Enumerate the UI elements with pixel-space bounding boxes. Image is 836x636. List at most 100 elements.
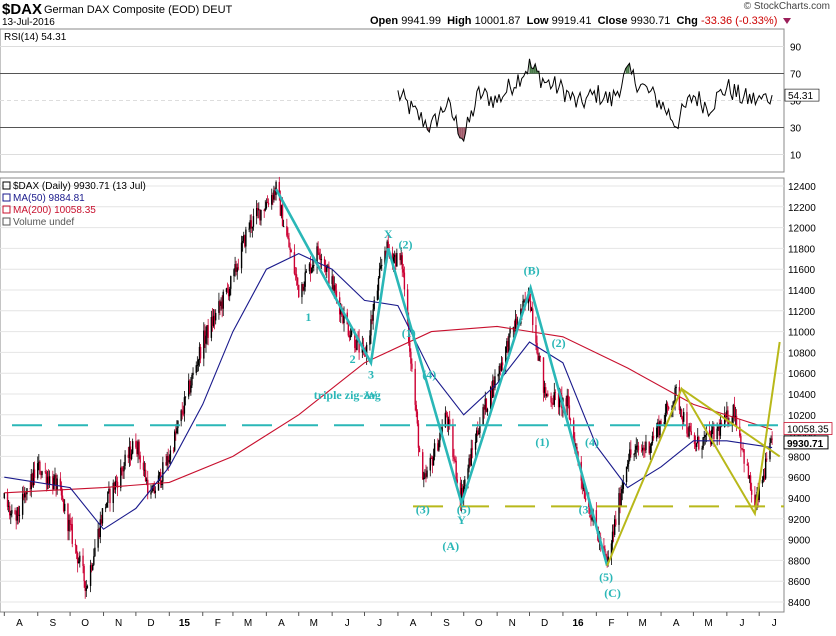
- candle-body: [708, 430, 711, 434]
- x-tick-label: S: [443, 618, 450, 629]
- wave-label: 1: [305, 310, 311, 324]
- candle-body: [169, 450, 172, 460]
- candle-body: [71, 524, 73, 544]
- close-last-value: 9930.71: [787, 439, 824, 450]
- wave-label: (2): [398, 237, 412, 251]
- candle-body: [567, 395, 570, 406]
- candle-body: [667, 406, 670, 410]
- candle-body: [290, 249, 292, 253]
- candle-body: [176, 428, 178, 434]
- candle-body: [396, 253, 398, 267]
- candle-body: [515, 318, 518, 325]
- candle-body: [168, 459, 171, 463]
- candle-body: [85, 588, 87, 591]
- candle-body: [79, 555, 81, 562]
- candle-body: [191, 375, 193, 386]
- x-tick-label: A: [673, 618, 680, 629]
- candle-body: [550, 396, 552, 403]
- candle-body: [474, 442, 477, 450]
- candle-body: [197, 359, 200, 365]
- candle-body: [282, 226, 285, 228]
- candle-body: [289, 247, 291, 250]
- candle-body: [53, 478, 55, 490]
- candle-body: [454, 458, 456, 461]
- candle-body: [310, 267, 313, 274]
- candle-body: [74, 543, 77, 546]
- candle-body: [479, 425, 481, 434]
- candle-body: [532, 308, 534, 326]
- candle-body: [139, 455, 141, 463]
- candle-body: [656, 427, 658, 439]
- candle-body: [411, 363, 413, 369]
- candle-body: [106, 503, 108, 508]
- rsi-tick-label: 70: [790, 70, 802, 81]
- candle-body: [222, 291, 224, 309]
- rsi-title: RSI(14) 54.31: [4, 32, 67, 43]
- wave-label: X: [384, 227, 393, 241]
- candle-body: [349, 335, 352, 338]
- candle-body: [260, 209, 262, 221]
- rsi-tick-label: 90: [790, 43, 802, 54]
- price-tick-label: 12200: [788, 203, 816, 214]
- candle-body: [241, 241, 244, 243]
- candle-body: [626, 464, 629, 467]
- candle-body: [650, 443, 653, 447]
- candle-body: [423, 477, 425, 480]
- wave-label: (3): [579, 503, 593, 517]
- candle-body: [378, 268, 381, 278]
- candle-body: [135, 441, 137, 448]
- x-tick-label: A: [410, 618, 417, 629]
- x-tick-label: D: [147, 618, 154, 629]
- candle-body: [370, 319, 372, 336]
- candle-body: [625, 466, 628, 483]
- candle-body: [761, 479, 764, 484]
- candle-body: [287, 235, 289, 239]
- candle-body: [18, 514, 21, 516]
- candle-body: [535, 325, 537, 343]
- price-tick-label: 12400: [788, 182, 816, 193]
- price-tick-label: 11000: [788, 328, 816, 339]
- candle-body: [445, 412, 448, 416]
- x-tick-label: M: [639, 618, 647, 629]
- candle-body: [313, 264, 315, 266]
- candle-body: [644, 449, 646, 451]
- wave-label: 2: [350, 352, 356, 366]
- candle-body: [59, 478, 62, 487]
- candle-body: [766, 458, 768, 460]
- candle-body: [621, 488, 623, 494]
- candle-body: [182, 413, 185, 415]
- candle-body: [142, 462, 145, 470]
- candle-body: [381, 264, 383, 266]
- rsi-tick-label: 10: [790, 151, 802, 162]
- x-tick-label: M: [244, 618, 252, 629]
- candle-body: [660, 421, 662, 425]
- candle-body: [680, 409, 683, 418]
- price-tick-label: 12000: [788, 224, 816, 235]
- candle-body: [317, 246, 319, 253]
- price-tick-label: 8600: [788, 577, 811, 588]
- candle-body: [750, 489, 753, 495]
- candle-body: [121, 467, 123, 471]
- x-tick-label: M: [704, 618, 712, 629]
- legend-entry: Volume undef: [13, 217, 74, 228]
- x-tick-label: 15: [179, 618, 191, 629]
- wave-label: 3: [368, 367, 374, 381]
- candle-body: [630, 449, 632, 455]
- price-panel: 12400 12200 12000 11800 11600 11400 11200 11000…: [0, 176, 833, 629]
- candle-body: [433, 443, 436, 457]
- candle-body: [689, 425, 691, 432]
- candle-body: [56, 478, 58, 491]
- candle-body: [640, 450, 643, 452]
- candle-body: [130, 453, 133, 460]
- x-tick-label: J: [739, 618, 744, 629]
- candle-body: [41, 471, 43, 475]
- candle-body: [78, 561, 80, 564]
- candle-body: [181, 410, 183, 414]
- wave-label: (C): [604, 586, 621, 600]
- candle-body: [60, 486, 63, 496]
- candle-body: [438, 440, 440, 451]
- candle-body: [266, 201, 269, 203]
- candle-body: [264, 208, 266, 211]
- candle-body: [693, 434, 696, 444]
- candle-body: [690, 431, 692, 435]
